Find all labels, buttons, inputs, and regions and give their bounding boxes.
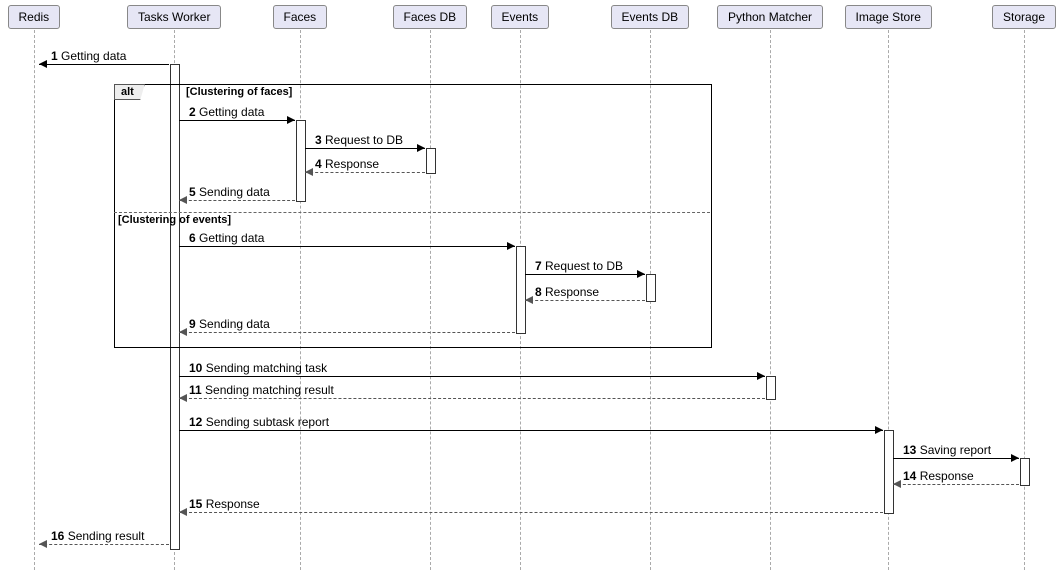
message-label-12: 12 Sending subtask report <box>189 415 329 429</box>
participant-eventsdb: Events DB <box>611 5 690 29</box>
participant-redis: Redis <box>8 5 61 29</box>
message-line-13 <box>893 458 1019 459</box>
alt-condition-2: [Clustering of events] <box>118 214 231 226</box>
message-arrow-2 <box>287 116 295 124</box>
alt-tag: alt <box>114 84 145 100</box>
participant-storage: Storage <box>992 5 1056 29</box>
activation-matcher <box>766 376 776 400</box>
message-line-3 <box>305 148 425 149</box>
message-arrow-1 <box>39 60 47 68</box>
message-arrow-11 <box>179 394 187 402</box>
message-label-1: 1 Getting data <box>51 49 126 63</box>
message-label-7: 7 Request to DB <box>535 259 623 273</box>
participant-faces: Faces <box>273 5 328 29</box>
message-arrow-3 <box>417 144 425 152</box>
message-line-8 <box>525 300 645 301</box>
message-label-10: 10 Sending matching task <box>189 361 327 375</box>
message-label-8: 8 Response <box>535 285 599 299</box>
message-line-15 <box>179 512 883 513</box>
participant-matcher: Python Matcher <box>717 5 823 29</box>
message-arrow-6 <box>507 242 515 250</box>
message-label-6: 6 Getting data <box>189 231 264 245</box>
message-line-12 <box>179 430 883 431</box>
message-arrow-10 <box>757 372 765 380</box>
message-arrow-14 <box>893 480 901 488</box>
message-label-15: 15 Response <box>189 497 260 511</box>
participant-events: Events <box>491 5 550 29</box>
message-arrow-9 <box>179 328 187 336</box>
message-line-14 <box>893 484 1019 485</box>
message-line-2 <box>179 120 295 121</box>
message-label-3: 3 Request to DB <box>315 133 403 147</box>
participant-facesdb: Faces DB <box>393 5 468 29</box>
message-arrow-12 <box>875 426 883 434</box>
message-line-9 <box>179 332 515 333</box>
alt-divider <box>114 212 710 213</box>
message-line-7 <box>525 274 645 275</box>
message-arrow-7 <box>637 270 645 278</box>
message-line-4 <box>305 172 425 173</box>
message-line-5 <box>179 200 295 201</box>
alt-condition-1: [Clustering of faces] <box>186 86 292 98</box>
message-arrow-16 <box>39 540 47 548</box>
message-arrow-15 <box>179 508 187 516</box>
message-line-16 <box>39 544 169 545</box>
participant-worker: Tasks Worker <box>127 5 221 29</box>
message-label-5: 5 Sending data <box>189 185 270 199</box>
message-arrow-8 <box>525 296 533 304</box>
message-label-9: 9 Sending data <box>189 317 270 331</box>
lifeline-redis <box>34 30 35 570</box>
message-line-11 <box>179 398 765 399</box>
lifeline-storage <box>1024 30 1025 570</box>
message-arrow-5 <box>179 196 187 204</box>
message-label-13: 13 Saving report <box>903 443 991 457</box>
message-label-2: 2 Getting data <box>189 105 264 119</box>
message-label-11: 11 Sending matching result <box>189 383 334 397</box>
message-line-10 <box>179 376 765 377</box>
message-arrow-13 <box>1011 454 1019 462</box>
message-label-14: 14 Response <box>903 469 974 483</box>
message-label-4: 4 Response <box>315 157 379 171</box>
lifeline-matcher <box>770 30 771 570</box>
activation-storage <box>1020 458 1030 486</box>
message-arrow-4 <box>305 168 313 176</box>
activation-imgstore <box>884 430 894 514</box>
message-line-6 <box>179 246 515 247</box>
message-label-16: 16 Sending result <box>51 529 144 543</box>
participant-imgstore: Image Store <box>845 5 932 29</box>
message-line-1 <box>39 64 169 65</box>
